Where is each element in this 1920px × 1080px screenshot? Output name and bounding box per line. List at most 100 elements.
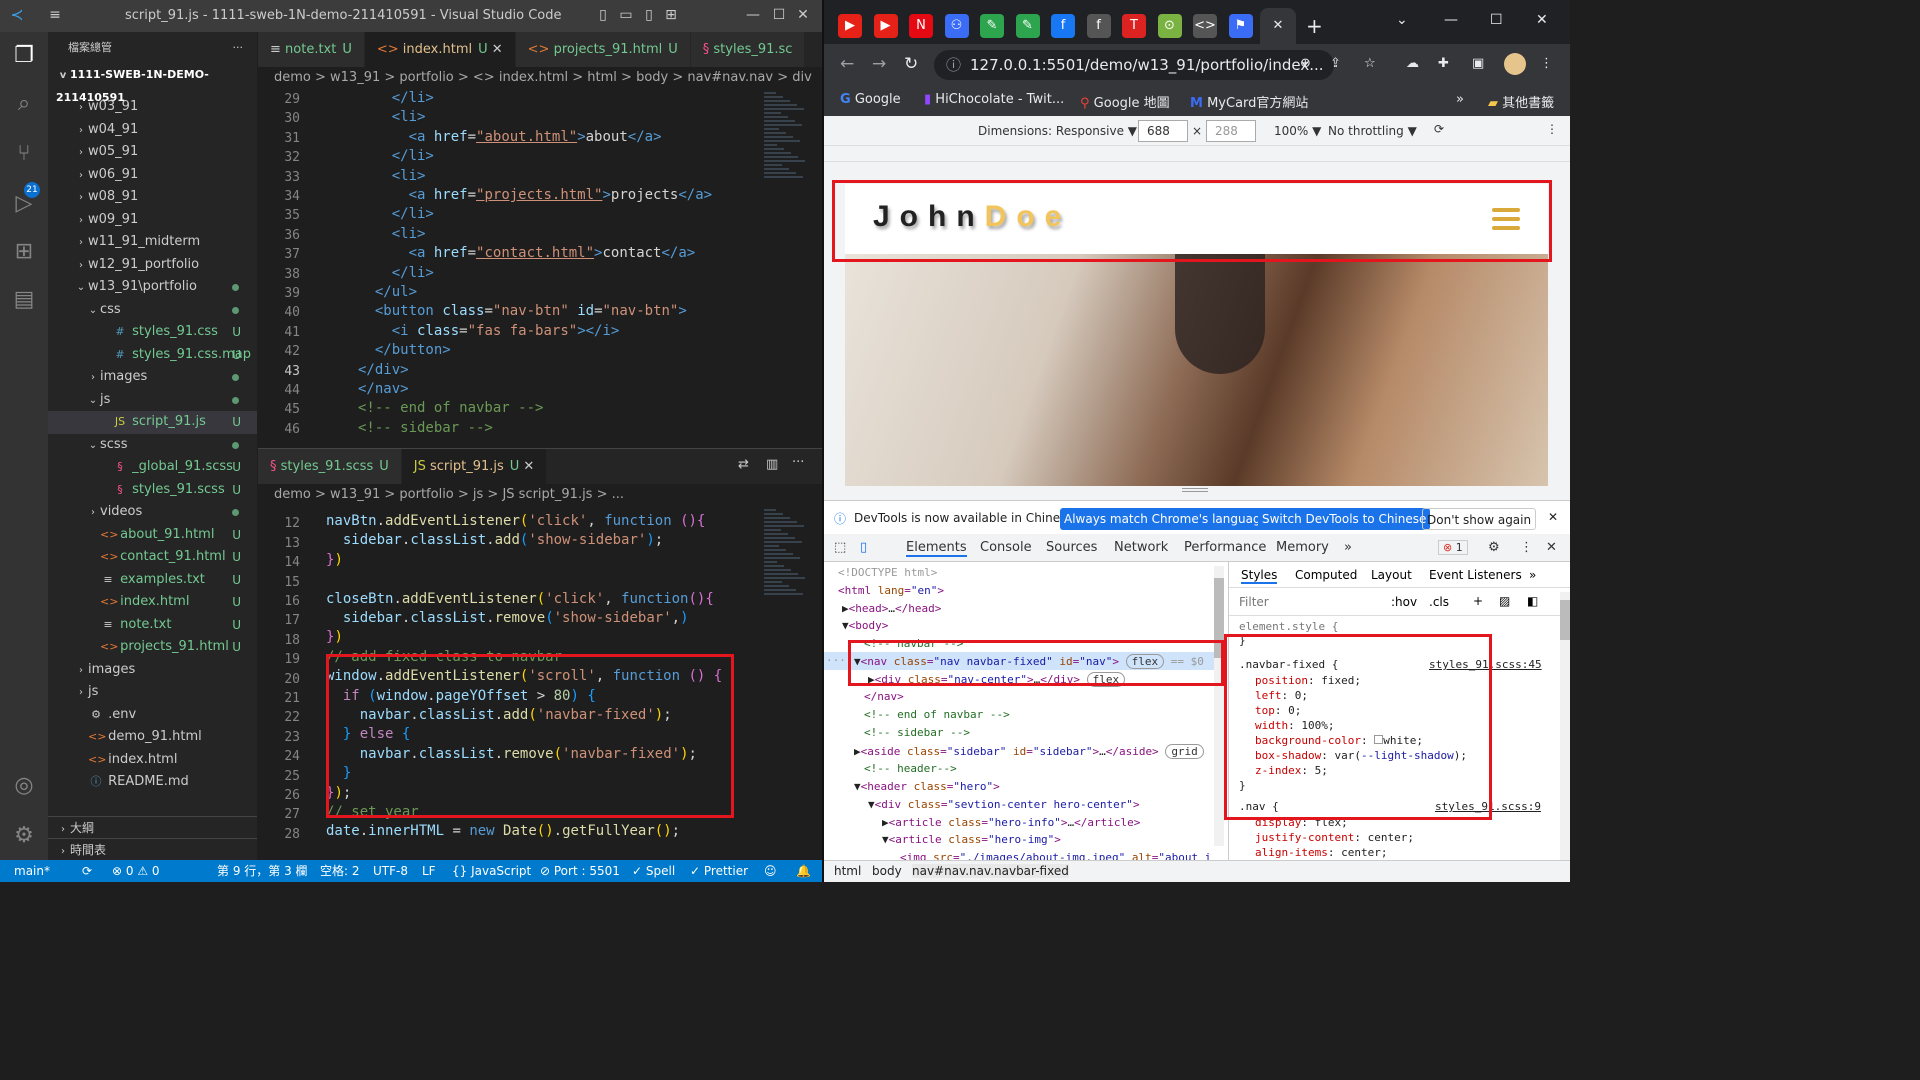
chrome-maximize-icon[interactable]: ☐ [1490, 12, 1503, 28]
elements-panel[interactable]: <!DOCTYPE html> <html lang="en"> ▶<head>… [824, 562, 1224, 862]
close-icon[interactable]: ✕ [794, 6, 812, 24]
search-icon[interactable]: ⌕ [10, 90, 38, 118]
dimensions-select[interactable]: Dimensions: Responsive ▼ [978, 124, 1137, 138]
hov-toggle[interactable]: :hov [1391, 595, 1417, 609]
source-control-icon[interactable]: ⑂ [10, 140, 38, 168]
bookmark-mycard[interactable]: M MyCard官方網站 [1190, 92, 1308, 111]
chrome-minimize-icon[interactable]: — [1444, 12, 1458, 28]
tree-item[interactable]: <> index.html [48, 749, 257, 772]
crumb-html[interactable]: html [834, 864, 861, 878]
height-input[interactable]: 288 [1206, 120, 1256, 142]
tree-item[interactable]: # styles_91.css.map U [48, 344, 257, 367]
tree-item[interactable]: › w09_91 [48, 209, 257, 232]
computed-sidebar-icon[interactable]: ◧ [1527, 594, 1538, 608]
browser-tab-favicon[interactable]: ▶ [838, 14, 862, 38]
settings-gear-icon[interactable]: ⚙ [10, 822, 38, 850]
tree-item[interactable]: <> contact_91.html U [48, 546, 257, 569]
elements-scrollbar[interactable] [1214, 566, 1224, 846]
extensions-icon[interactable]: ⊞ [10, 238, 38, 266]
language-status[interactable]: {} JavaScript [452, 860, 531, 882]
browser-tab-favicon[interactable]: <> [1193, 14, 1217, 38]
live-server-port[interactable]: ⊘ Port : 5501 [540, 860, 620, 882]
layout-icon[interactable]: ⊞ [662, 6, 680, 24]
tree-item[interactable]: › w04_91 [48, 119, 257, 142]
close-notice-icon[interactable]: ✕ [1548, 510, 1558, 524]
browser-tab-favicon[interactable]: ⚇ [944, 14, 969, 38]
tree-item[interactable]: › w11_91_midterm [48, 231, 257, 254]
chrome-close-icon[interactable]: ✕ [1536, 12, 1548, 28]
bookmark-google-maps[interactable]: ⚲ Google 地圖 [1080, 92, 1170, 111]
account-icon[interactable]: ◎ [10, 772, 38, 800]
encoding-status[interactable]: UTF-8 [373, 860, 408, 882]
tree-item[interactable]: ⚙ .env [48, 704, 257, 727]
chrome-menu-icon[interactable]: ⋮ [1540, 56, 1553, 71]
project-root[interactable]: v 1111-SWEB-1N-DEMO-211410591 [48, 64, 257, 104]
prettier-status[interactable]: ✓ Prettier [690, 860, 748, 882]
editor-tab[interactable]: JS script_91.js U ✕ [401, 449, 548, 484]
styles-scrollbar[interactable] [1560, 592, 1570, 862]
run-debug-icon[interactable]: ▷ [10, 190, 38, 218]
problems-status[interactable]: ⊗ 0 ⚠ 0 [112, 860, 160, 882]
tree-item[interactable]: # styles_91.css U [48, 321, 257, 344]
dont-show-again-button[interactable]: Don't show again [1422, 508, 1537, 530]
browser-tab-favicon[interactable]: f [1086, 14, 1111, 38]
more-tabs-icon[interactable]: » [1344, 540, 1352, 555]
match-language-button[interactable]: Always match Chrome's language [1060, 508, 1272, 530]
cls-toggle[interactable]: .cls [1429, 595, 1449, 609]
active-tab-close-icon[interactable]: ✕ [1260, 8, 1296, 44]
tree-item[interactable]: § _global_91.scss U [48, 456, 257, 479]
tree-item[interactable]: ⌄ w13_91\portfolio [48, 276, 257, 299]
editor-tab[interactable]: § styles_91.sc [690, 32, 806, 67]
bookmark-hichocolate[interactable]: ▮ HiChocolate - Twit... [924, 92, 1064, 107]
editor-tab[interactable]: § styles_91.scss U [258, 449, 402, 484]
rotate-icon[interactable]: ⟳ [1434, 122, 1444, 136]
browser-tab-favicon[interactable]: T [1122, 14, 1146, 38]
sync-icon[interactable]: ⟳ [82, 860, 92, 882]
extension-icon[interactable]: ☁ [1406, 56, 1419, 71]
tab-performance[interactable]: Performance [1184, 540, 1266, 555]
eol-status[interactable]: LF [422, 860, 436, 882]
tab-sources[interactable]: Sources [1046, 540, 1097, 555]
devtools-settings-icon[interactable]: ⚙ [1488, 540, 1500, 555]
tree-item[interactable]: › w08_91 [48, 186, 257, 209]
subtab-layout[interactable]: Layout [1371, 568, 1412, 582]
styles-filter-input[interactable]: Filter [1239, 595, 1269, 609]
bookmark-star-icon[interactable]: ☆ [1364, 56, 1376, 71]
other-bookmarks[interactable]: ▰ 其他書籤 [1488, 92, 1554, 111]
tree-item[interactable]: › images [48, 366, 257, 389]
editor-tab[interactable]: <> index.html U ✕ [364, 32, 516, 67]
timeline-section[interactable]: › 時間表 [48, 838, 257, 860]
subtab-event-listeners[interactable]: Event Listeners [1429, 568, 1522, 582]
tree-item[interactable]: › images [48, 659, 257, 682]
side-panel-icon[interactable]: ▣ [1472, 56, 1484, 71]
tree-item[interactable]: <> demo_91.html [48, 726, 257, 749]
address-bar[interactable]: ⓘ 127.0.0.1:5501/demo/w13_91/portfolio/i… [934, 50, 1334, 80]
browser-tab-favicon[interactable]: ✎ [1015, 14, 1040, 38]
spell-status[interactable]: ✓ Spell [632, 860, 675, 882]
browser-tab-favicon[interactable]: ▶ [873, 14, 898, 38]
bookmark-google[interactable]: G Google [840, 92, 901, 107]
tree-item[interactable]: ≡ examples.txt U [48, 569, 257, 592]
maximize-icon[interactable]: ☐ [770, 6, 788, 24]
split-editor-icon[interactable]: ▥ [766, 457, 778, 472]
code-area-top[interactable]: </li> <li> <a href="about.html">about</a… [258, 90, 758, 448]
hamburger-menu-icon[interactable] [1492, 208, 1520, 235]
bookmarks-overflow-icon[interactable]: » [1456, 92, 1464, 107]
crumb-nav[interactable]: nav#nav.nav.navbar-fixed [912, 864, 1069, 878]
browser-tab-favicon[interactable]: f [1051, 14, 1075, 38]
share-icon[interactable]: ⇪ [1330, 56, 1341, 71]
tab-memory[interactable]: Memory [1276, 540, 1329, 555]
forward-icon[interactable]: → [872, 54, 886, 74]
crumb-body[interactable]: body [872, 864, 902, 878]
back-icon[interactable]: ← [840, 54, 854, 74]
toggle-sidebar-icon[interactable]: ▯ [594, 6, 612, 24]
error-count[interactable]: ⊗ 1 [1438, 540, 1468, 555]
subtab-computed[interactable]: Computed [1295, 568, 1357, 582]
reload-icon[interactable]: ↻ [904, 54, 918, 74]
minimap-top[interactable] [764, 90, 812, 230]
tree-item[interactable]: › w06_91 [48, 164, 257, 187]
profile-avatar[interactable] [1504, 53, 1526, 75]
zoom-select[interactable]: 100% ▼ [1274, 124, 1321, 138]
outline-section[interactable]: › 大綱 [48, 816, 257, 838]
tree-item[interactable]: ⌄ css [48, 299, 257, 322]
